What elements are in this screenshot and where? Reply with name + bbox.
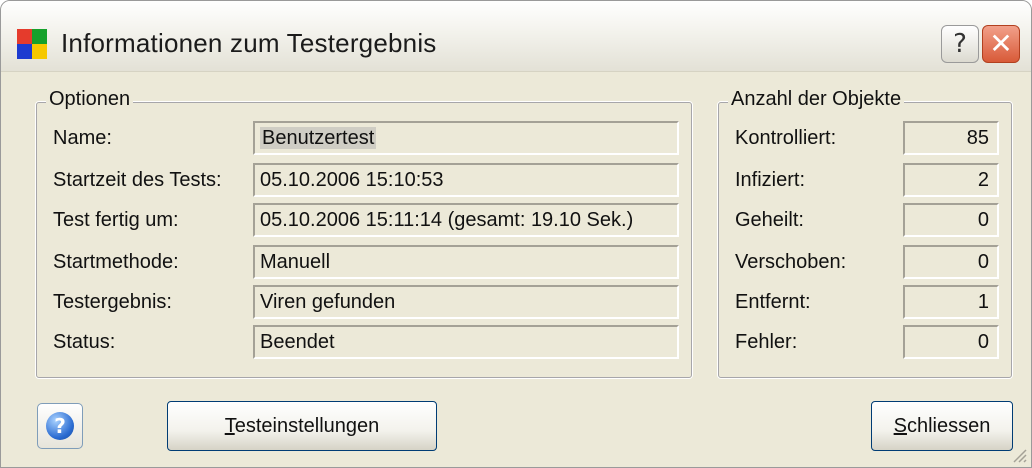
objects-field-moved[interactable]: 0: [903, 245, 999, 279]
options-value-name: Benutzertest: [260, 127, 377, 149]
dialog-window: Informationen zum Testergebnis ? ✕ Optio…: [0, 0, 1032, 468]
close-label: chliessen: [906, 415, 991, 437]
objects-label-checked: Kontrolliert:: [735, 127, 837, 149]
options-label-start-method: Startmethode:: [53, 251, 179, 273]
options-label-result: Testergebnis:: [53, 291, 172, 313]
help-icon: ?: [46, 412, 74, 440]
objects-label-moved: Verschoben:: [735, 251, 847, 273]
test-settings-label: esteinstellungen: [234, 415, 380, 437]
options-field-name[interactable]: Benutzertest: [253, 121, 679, 155]
title-help-button[interactable]: ?: [941, 25, 979, 63]
objects-group-title: Anzahl der Objekte: [728, 88, 905, 111]
app-icon: [17, 29, 47, 59]
options-field-start-method[interactable]: Manuell: [253, 245, 679, 279]
resize-grip-icon[interactable]: [1011, 447, 1027, 463]
window-title: Informationen zum Testergebnis: [61, 28, 437, 58]
options-label-name: Name:: [53, 127, 112, 149]
objects-field-healed[interactable]: 0: [903, 203, 999, 237]
objects-field-infected[interactable]: 2: [903, 163, 999, 197]
objects-field-checked[interactable]: 85: [903, 121, 999, 155]
help-button[interactable]: ?: [37, 403, 83, 449]
options-label-end-time: Test fertig um:: [53, 209, 179, 231]
options-label-start-time: Startzeit des Tests:: [53, 169, 222, 191]
options-field-status[interactable]: Beendet: [253, 325, 679, 359]
options-field-start-time[interactable]: 05.10.2006 15:10:53: [253, 163, 679, 197]
close-mnemonic: S: [893, 415, 907, 437]
close-button[interactable]: Schliessen: [871, 401, 1013, 451]
objects-label-healed: Geheilt:: [735, 209, 804, 231]
title-bar[interactable]: Informationen zum Testergebnis ? ✕: [1, 1, 1031, 72]
options-group-title: Optionen: [46, 88, 134, 111]
options-field-result[interactable]: Viren gefunden: [253, 285, 679, 319]
objects-label-errors: Fehler:: [735, 331, 798, 353]
objects-label-infected: Infiziert:: [735, 169, 806, 191]
test-settings-button[interactable]: Testeinstellungen: [167, 401, 437, 451]
title-close-button[interactable]: ✕: [982, 25, 1020, 63]
objects-field-removed[interactable]: 1: [903, 285, 999, 319]
objects-label-removed: Entfernt:: [735, 291, 811, 313]
test-settings-mnemonic: T: [224, 415, 235, 437]
options-field-end-time[interactable]: 05.10.2006 15:11:14 (gesamt: 19.10 Sek.): [253, 203, 679, 237]
options-label-status: Status:: [53, 331, 116, 353]
objects-field-errors[interactable]: 0: [903, 325, 999, 359]
